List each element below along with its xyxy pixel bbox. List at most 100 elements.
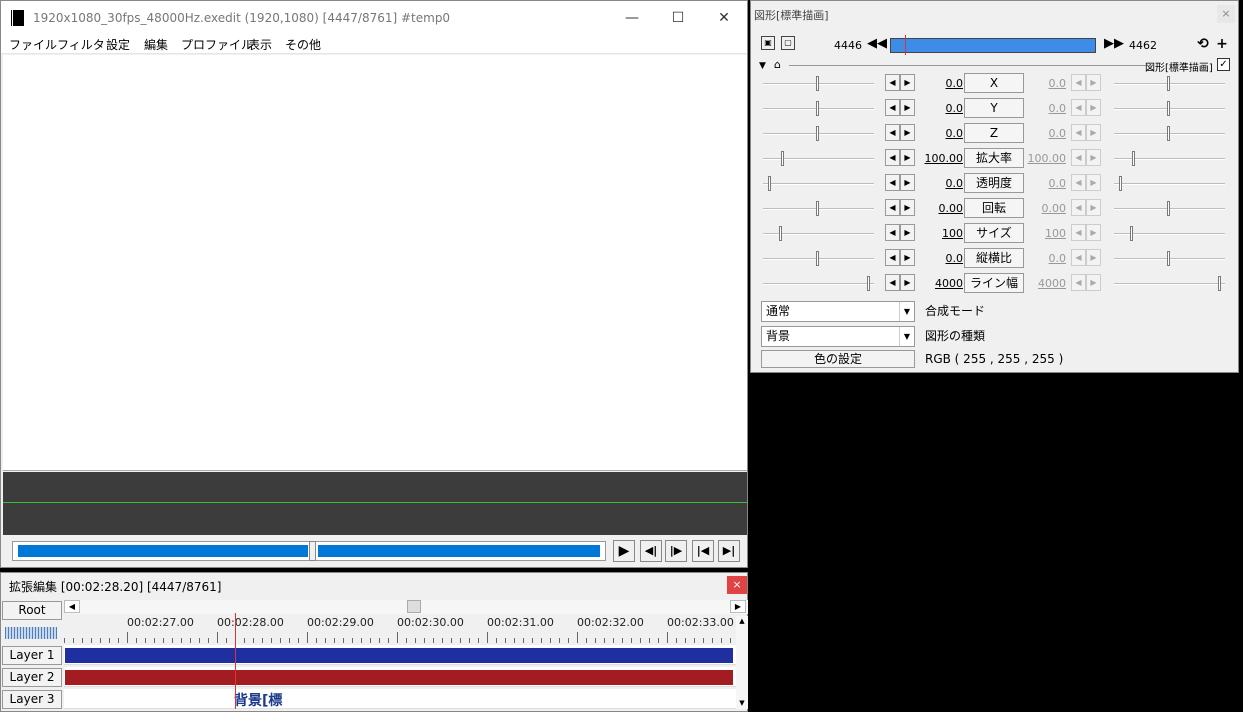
param-slider-right[interactable] (1114, 201, 1225, 216)
param-value-left[interactable]: 0.0 (919, 252, 964, 265)
param-slider-left[interactable] (763, 101, 874, 116)
increment-left-button[interactable]: ▶ (900, 224, 915, 241)
param-value-right[interactable]: 4000 (1024, 277, 1066, 290)
param-label-button[interactable]: ライン幅 (964, 273, 1024, 293)
decrement-right-button[interactable]: ◀ (1071, 274, 1086, 291)
decrement-right-button[interactable]: ◀ (1071, 224, 1086, 241)
increment-right-button[interactable]: ▶ (1086, 249, 1101, 266)
decrement-right-button[interactable]: ◀ (1071, 99, 1086, 116)
param-label-button[interactable]: サイズ (964, 223, 1024, 243)
menu-file[interactable]: ファイル (9, 36, 57, 53)
slider-thumb[interactable] (1119, 176, 1122, 191)
menu-profile[interactable]: プロファイル (181, 36, 253, 53)
param-label-button[interactable]: Z (964, 123, 1024, 143)
param-value-left[interactable]: 0.0 (919, 127, 964, 140)
param-label-button[interactable]: 回転 (964, 198, 1024, 218)
last-frame-button[interactable]: ▶| (718, 540, 740, 562)
seek-thumb[interactable] (309, 541, 316, 561)
decrement-left-button[interactable]: ◀ (885, 99, 900, 116)
slider-thumb[interactable] (781, 151, 784, 166)
layer-1-button[interactable]: Layer 1 (2, 646, 62, 665)
decrement-left-button[interactable]: ◀ (885, 199, 900, 216)
minimize-button[interactable]: — (609, 6, 655, 30)
time-ruler[interactable]: 00:02:27.00 00:02:28.00 00:02:29.00 00:0… (64, 616, 736, 644)
increment-left-button[interactable]: ▶ (900, 274, 915, 291)
increment-left-button[interactable]: ▶ (900, 74, 915, 91)
decrement-left-button[interactable]: ◀ (885, 249, 900, 266)
increment-right-button[interactable]: ▶ (1086, 74, 1101, 91)
increment-right-button[interactable]: ▶ (1086, 274, 1101, 291)
decrement-right-button[interactable]: ◀ (1071, 124, 1086, 141)
param-value-right[interactable]: 0.0 (1024, 102, 1067, 115)
param-value-right[interactable]: 100.00 (1024, 152, 1067, 165)
increment-right-button[interactable]: ▶ (1086, 149, 1101, 166)
param-slider-right[interactable] (1114, 76, 1225, 91)
menu-other[interactable]: その他 (285, 36, 321, 53)
slider-thumb[interactable] (768, 176, 771, 191)
slider-thumb[interactable] (867, 276, 870, 291)
param-value-left[interactable]: 100 (919, 227, 963, 240)
param-slider-left[interactable] (763, 176, 874, 191)
color-settings-button[interactable]: 色の設定 (761, 350, 915, 368)
param-slider-right[interactable] (1114, 101, 1225, 116)
param-label-button[interactable]: Y (964, 98, 1024, 118)
increment-left-button[interactable]: ▶ (900, 99, 915, 116)
param-slider-right[interactable] (1114, 276, 1225, 291)
layer-3-button[interactable]: Layer 3 (2, 690, 62, 709)
param-value-left[interactable]: 0.00 (919, 202, 964, 215)
param-value-right[interactable]: 0.0 (1024, 127, 1067, 140)
increment-right-button[interactable]: ▶ (1086, 224, 1101, 241)
param-value-right[interactable]: 0.0 (1024, 177, 1067, 190)
slider-thumb[interactable] (816, 201, 819, 216)
slider-thumb[interactable] (1218, 276, 1221, 291)
preview-canvas[interactable] (3, 55, 747, 471)
main-title-bar[interactable]: 1920x1080_30fps_48000Hz.exedit (1920,108… (1, 1, 747, 34)
close-button[interactable]: ✕ (701, 6, 747, 30)
param-slider-left[interactable] (763, 126, 874, 141)
slider-thumb[interactable] (1132, 151, 1135, 166)
param-slider-left[interactable] (763, 276, 874, 291)
decrement-left-button[interactable]: ◀ (885, 74, 900, 91)
scroll-right-icon[interactable]: ▶ (730, 600, 746, 613)
timeline-vscroll[interactable]: ▲ ▼ (736, 616, 748, 709)
param-value-right[interactable]: 0.00 (1024, 202, 1067, 215)
param-value-right[interactable]: 0.0 (1024, 77, 1067, 90)
prev-frame-button[interactable]: ◀| (640, 540, 662, 562)
increment-left-button[interactable]: ▶ (900, 149, 915, 166)
slider-thumb[interactable] (816, 101, 819, 116)
seek-bar[interactable] (12, 541, 606, 561)
shape-type-select[interactable]: 背景 ▼ (761, 326, 915, 347)
maximize-button[interactable]: ☐ (655, 6, 701, 30)
param-value-left[interactable]: 4000 (919, 277, 963, 290)
layer-3-track[interactable] (64, 689, 736, 709)
increment-left-button[interactable]: ▶ (900, 249, 915, 266)
slider-thumb[interactable] (1167, 251, 1170, 266)
param-slider-left[interactable] (763, 226, 874, 241)
param-label-button[interactable]: 拡大率 (964, 148, 1024, 168)
menu-settings[interactable]: 設定 (106, 36, 130, 53)
param-value-left[interactable]: 100.00 (919, 152, 964, 165)
enable-checkbox[interactable]: ✓ (1217, 58, 1230, 71)
slider-thumb[interactable] (816, 76, 819, 91)
menu-edit[interactable]: 編集 (144, 36, 168, 53)
properties-close-button[interactable]: × (1217, 5, 1235, 23)
increment-right-button[interactable]: ▶ (1086, 124, 1101, 141)
layer-2-clip[interactable] (65, 670, 733, 685)
decrement-left-button[interactable]: ◀ (885, 174, 900, 191)
param-slider-left[interactable] (763, 151, 874, 166)
param-value-right[interactable]: 0.0 (1024, 252, 1067, 265)
slider-thumb[interactable] (1167, 76, 1170, 91)
increment-right-button[interactable]: ▶ (1086, 199, 1101, 216)
param-value-left[interactable]: 0.0 (919, 77, 964, 90)
increment-right-button[interactable]: ▶ (1086, 99, 1101, 116)
link-icon[interactable]: ⟲ (1195, 36, 1211, 52)
slider-thumb[interactable] (1167, 201, 1170, 216)
timeline-close-button[interactable]: × (727, 576, 747, 594)
param-slider-right[interactable] (1114, 126, 1225, 141)
decrement-left-button[interactable]: ◀ (885, 224, 900, 241)
param-value-right[interactable]: 100 (1024, 227, 1066, 240)
param-slider-right[interactable] (1114, 251, 1225, 266)
add-filter-icon[interactable]: + (1214, 36, 1230, 52)
rewind-icon[interactable]: ◀◀ (867, 37, 887, 51)
decrement-left-button[interactable]: ◀ (885, 274, 900, 291)
